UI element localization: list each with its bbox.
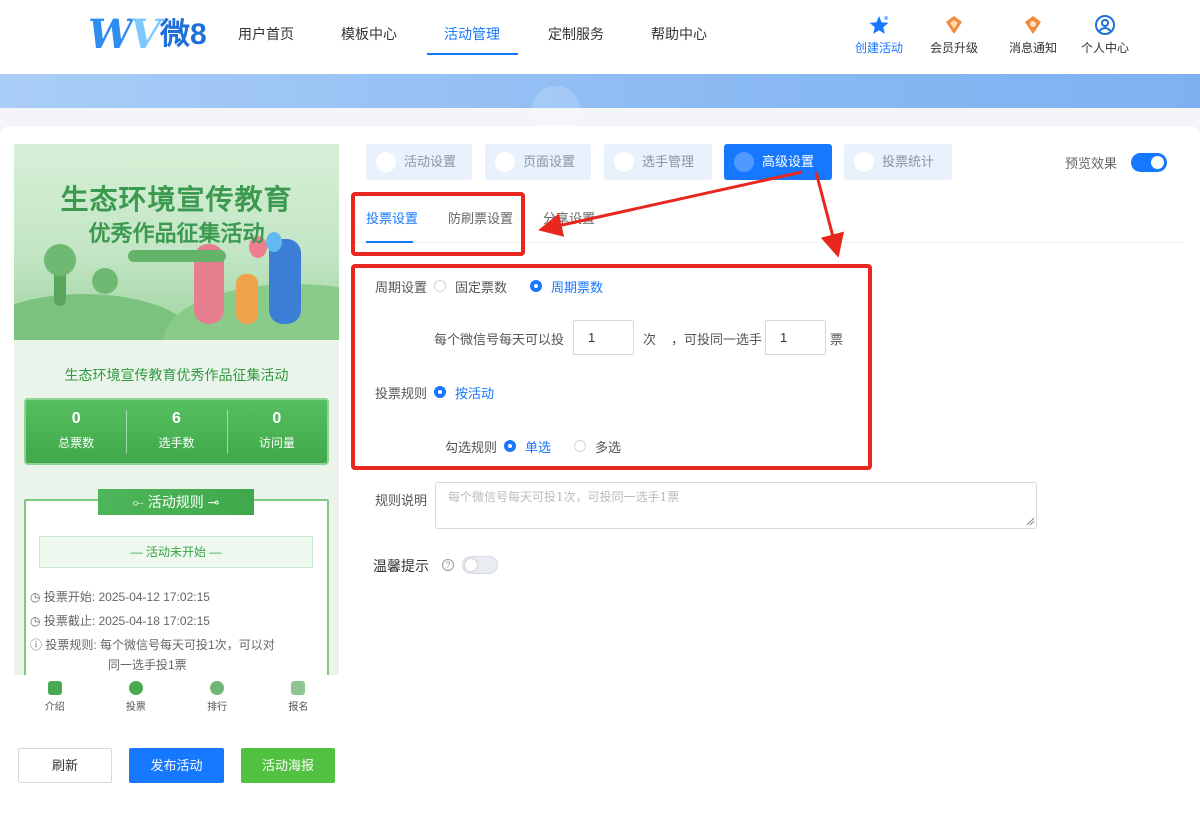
tip-label: 温馨提示: [373, 558, 429, 574]
stat-label: 总票数: [58, 436, 95, 450]
stat-label: 访问量: [258, 436, 295, 450]
vote-icon: [128, 681, 143, 695]
poster-title-2: 优秀作品征集活动: [88, 221, 265, 246]
nav-custom-service[interactable]: 定制服务: [548, 24, 604, 44]
edit-icon: [291, 681, 306, 695]
tab-intro[interactable]: 介绍: [14, 675, 95, 719]
user-icon: [1095, 15, 1115, 35]
step-advanced-settings[interactable]: 高级设置: [724, 144, 832, 180]
nav-templates[interactable]: 模板中心: [341, 24, 397, 44]
logo-mark: WV: [88, 11, 161, 58]
step-label: 活动设置: [404, 154, 457, 169]
tab-signup[interactable]: 报名: [258, 675, 339, 719]
nav-activity-manage[interactable]: 活动管理: [444, 24, 500, 44]
help-icon[interactable]: ?: [442, 559, 454, 571]
sliders-icon: [734, 152, 754, 172]
page-icon: [495, 152, 515, 172]
mobile-preview: 生态环境宣传教育 优秀作品征集活动 生态环境宣传教育优秀作品征集活动 0 总票数…: [14, 144, 339, 675]
vote-rule-line: ⓘ 投票规则: 每个微信号每天可投1次，可以对: [30, 638, 275, 652]
step-player-manage[interactable]: 选手管理: [604, 144, 712, 180]
nav-help-center[interactable]: 帮助中心: [651, 24, 707, 44]
profile-label: 个人中心: [1080, 41, 1129, 55]
stat-players: 6 选手数: [126, 400, 226, 463]
header-banner: [0, 74, 1200, 134]
heart-icon: [376, 152, 396, 172]
step-label: 投票统计: [882, 154, 935, 169]
step-page-settings[interactable]: 页面设置: [485, 144, 591, 180]
intro-icon: [47, 681, 62, 695]
vip-icon: [946, 16, 962, 34]
rule-desc-label: 规则说明: [375, 493, 428, 508]
poster-title-1: 生态环境宣传教育: [60, 184, 293, 215]
poster-image: 生态环境宣传教育 优秀作品征集活动: [14, 144, 339, 340]
vote-start-line: ◷ 投票开始: 2025-04-12 17:02:15: [30, 590, 210, 604]
highlight-box-subtabs: [351, 192, 525, 256]
rules-heading: ⟜ 活动规则 ⊸: [98, 489, 254, 515]
stats-panel: 0 总票数 6 选手数 0 访问量: [24, 398, 329, 465]
star-icon: [869, 16, 889, 34]
nav-active-underline: [427, 53, 518, 55]
publish-activity-button[interactable]: 发布活动: [129, 748, 224, 783]
brand-logo[interactable]: WV 微8: [88, 14, 207, 56]
step-vote-stats[interactable]: 投票统计: [844, 144, 952, 180]
notifications-button[interactable]: 消息通知: [1003, 14, 1063, 56]
vip-upgrade-button[interactable]: 会员升级: [924, 14, 984, 56]
resize-grip-icon[interactable]: [1026, 517, 1035, 526]
step-activity-settings[interactable]: 活动设置: [366, 144, 472, 180]
step-label: 高级设置: [762, 154, 815, 169]
mobile-tab-bar: 介绍 投票 排行 报名: [14, 675, 339, 719]
notifications-label: 消息通知: [1008, 41, 1057, 55]
stat-label: 选手数: [158, 436, 195, 450]
stat-total-votes: 0 总票数: [26, 400, 126, 463]
preview-effect-toggle[interactable]: [1131, 153, 1167, 172]
step-label: 选手管理: [642, 154, 695, 169]
refresh-button[interactable]: 刷新: [18, 748, 112, 783]
stat-value: 0: [71, 410, 81, 427]
stat-value: 6: [172, 410, 181, 427]
user-icon: [614, 152, 634, 172]
tab-share-settings[interactable]: 分享设置: [543, 208, 595, 227]
profile-button[interactable]: 个人中心: [1075, 14, 1135, 56]
rule-desc-textarea[interactable]: 每个微信号每天可投1次，可投同一选手1票: [435, 482, 1037, 529]
step-label: 页面设置: [523, 154, 576, 169]
preview-effect-label: 预览效果: [1065, 156, 1118, 171]
medal-icon: [210, 681, 225, 695]
nav-home[interactable]: 用户首页: [238, 24, 294, 44]
chart-icon: [854, 152, 874, 172]
stat-visits: 0 访问量: [226, 400, 327, 463]
tab-ranking[interactable]: 排行: [177, 675, 258, 719]
create-activity-button[interactable]: 创建活动: [849, 14, 909, 56]
stat-value: 0: [272, 410, 282, 427]
highlight-box-form: [351, 264, 872, 470]
top-nav: WV 微8 用户首页 模板中心 活动管理 定制服务 帮助中心 创建活动 会员升级…: [0, 0, 1200, 74]
activity-status: — 活动未开始 —: [39, 536, 313, 568]
activity-poster-button[interactable]: 活动海报: [241, 748, 335, 783]
vote-rule-line-2: 同一选手投1票: [108, 658, 187, 672]
vote-end-line: ◷ 投票截止: 2025-04-18 17:02:15: [30, 614, 210, 628]
tip-toggle[interactable]: [462, 556, 498, 574]
activity-title: 生态环境宣传教育优秀作品征集活动: [64, 367, 289, 383]
tab-vote[interactable]: 投票: [95, 675, 176, 719]
poster-tag: [128, 250, 226, 262]
bell-icon: [1025, 16, 1041, 34]
logo-text: 微8: [159, 18, 207, 51]
create-activity-label: 创建活动: [854, 41, 903, 55]
vip-upgrade-label: 会员升级: [929, 41, 978, 55]
